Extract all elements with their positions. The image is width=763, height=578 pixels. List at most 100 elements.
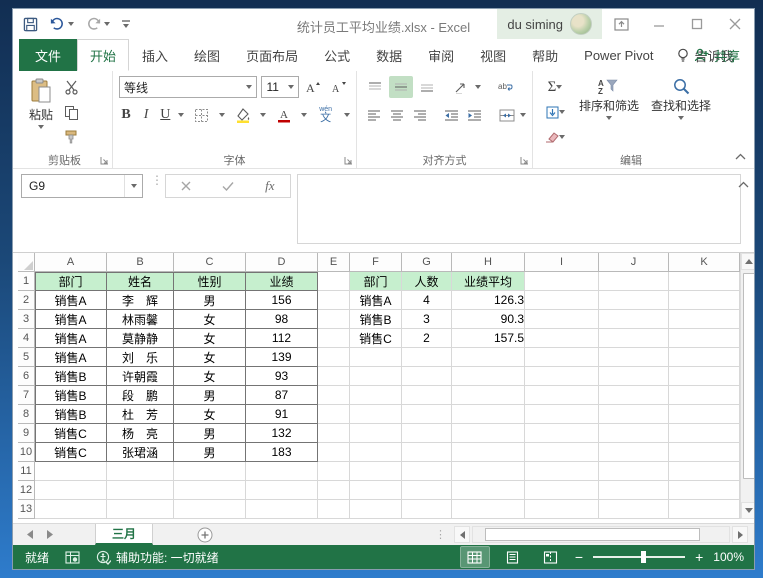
- cell-G11[interactable]: [402, 462, 452, 481]
- confirm-entry-button[interactable]: [222, 181, 234, 191]
- column-header-J[interactable]: J: [599, 253, 669, 272]
- fill-color-dropdown-arrow[interactable]: [260, 113, 266, 117]
- tab-splitter-handle[interactable]: ⋮: [435, 528, 446, 541]
- row-header-1[interactable]: 1: [18, 272, 35, 291]
- cell-B6[interactable]: 许朝霞: [107, 367, 174, 386]
- column-header-E[interactable]: E: [318, 253, 350, 272]
- cell-I8[interactable]: [525, 405, 599, 424]
- increase-font-button[interactable]: A: [303, 76, 325, 98]
- column-header-C[interactable]: C: [174, 253, 246, 272]
- insert-function-button[interactable]: fx: [265, 178, 274, 194]
- merge-dropdown-arrow[interactable]: [520, 113, 526, 117]
- cell-K7[interactable]: [669, 386, 740, 405]
- row-header-8[interactable]: 8: [18, 405, 35, 424]
- merge-center-button[interactable]: [497, 104, 518, 126]
- undo-button[interactable]: [49, 17, 74, 31]
- cell-J13[interactable]: [599, 500, 669, 519]
- cell-F9[interactable]: [350, 424, 402, 443]
- clear-dropdown-arrow[interactable]: [559, 135, 565, 139]
- cell-K2[interactable]: [669, 291, 740, 310]
- cell-C5[interactable]: 女: [174, 348, 246, 367]
- collapse-formula-bar-button[interactable]: [738, 181, 749, 188]
- cell-F10[interactable]: [350, 443, 402, 462]
- cell-C13[interactable]: [174, 500, 246, 519]
- cell-C3[interactable]: 女: [174, 310, 246, 329]
- cell-E12[interactable]: [318, 481, 350, 500]
- cell-K6[interactable]: [669, 367, 740, 386]
- page-break-view-button[interactable]: [537, 547, 565, 567]
- cell-A8[interactable]: 销售B: [35, 405, 107, 424]
- tab-绘图[interactable]: 绘图: [181, 39, 233, 71]
- tab-Power Pivot[interactable]: Power Pivot: [571, 39, 666, 71]
- align-middle-button[interactable]: [389, 76, 413, 98]
- cell-E3[interactable]: [318, 310, 350, 329]
- cell-J1[interactable]: [599, 272, 669, 291]
- row-header-12[interactable]: 12: [18, 481, 35, 500]
- normal-view-button[interactable]: [461, 547, 489, 567]
- cell-I3[interactable]: [525, 310, 599, 329]
- redo-dropdown-arrow[interactable]: [104, 22, 110, 26]
- vertical-scroll-thumb[interactable]: [743, 273, 755, 479]
- row-header-9[interactable]: 9: [18, 424, 35, 443]
- cell-D11[interactable]: [246, 462, 318, 481]
- cell-A7[interactable]: 销售B: [35, 386, 107, 405]
- tab-帮助[interactable]: 帮助: [519, 39, 571, 71]
- accessibility-status[interactable]: 辅助功能: 一切就绪: [96, 549, 219, 566]
- tab-公式[interactable]: 公式: [311, 39, 363, 71]
- fill-dropdown-arrow[interactable]: [559, 110, 565, 114]
- row-header-4[interactable]: 4: [18, 329, 35, 348]
- cell-E6[interactable]: [318, 367, 350, 386]
- macro-record-button[interactable]: [65, 551, 80, 564]
- vertical-scrollbar[interactable]: [740, 253, 754, 519]
- tab-file[interactable]: 文件: [19, 39, 77, 71]
- row-header-6[interactable]: 6: [18, 367, 35, 386]
- cell-B9[interactable]: 杨 亮: [107, 424, 174, 443]
- cell-E9[interactable]: [318, 424, 350, 443]
- cell-H3[interactable]: 90.3: [452, 310, 525, 329]
- scroll-left-button[interactable]: [454, 526, 470, 543]
- cell-B10[interactable]: 张珺涵: [107, 443, 174, 462]
- cell-H1[interactable]: 业绩平均: [452, 272, 525, 291]
- cell-A4[interactable]: 销售A: [35, 329, 107, 348]
- cell-E1[interactable]: [318, 272, 350, 291]
- borders-button[interactable]: [191, 104, 212, 126]
- cell-A10[interactable]: 销售C: [35, 443, 107, 462]
- tab-开始[interactable]: 开始: [77, 39, 129, 71]
- cell-D3[interactable]: 98: [246, 310, 318, 329]
- cell-C1[interactable]: 性别: [174, 272, 246, 291]
- cell-G9[interactable]: [402, 424, 452, 443]
- sort-filter-button[interactable]: AZ 排序和筛选: [573, 74, 645, 151]
- cell-A2[interactable]: 销售A: [35, 291, 107, 310]
- phonetic-guide-button[interactable]: wén 文: [314, 104, 337, 126]
- cell-G7[interactable]: [402, 386, 452, 405]
- cell-G12[interactable]: [402, 481, 452, 500]
- cell-C7[interactable]: 男: [174, 386, 246, 405]
- cell-A11[interactable]: [35, 462, 107, 481]
- cell-C12[interactable]: [174, 481, 246, 500]
- tab-视图[interactable]: 视图: [467, 39, 519, 71]
- font-dialog-launcher[interactable]: [344, 156, 353, 165]
- cell-C8[interactable]: 女: [174, 405, 246, 424]
- cell-K10[interactable]: [669, 443, 740, 462]
- underline-button[interactable]: U: [159, 104, 171, 126]
- cell-B1[interactable]: 姓名: [107, 272, 174, 291]
- alignment-dialog-launcher[interactable]: [520, 156, 529, 165]
- column-header-B[interactable]: B: [107, 253, 174, 272]
- redo-button[interactable]: [85, 17, 110, 31]
- cell-D5[interactable]: 139: [246, 348, 318, 367]
- cell-H10[interactable]: [452, 443, 525, 462]
- cell-F4[interactable]: 销售C: [350, 329, 402, 348]
- account-chip[interactable]: du siming: [497, 9, 602, 39]
- select-all-corner[interactable]: [18, 253, 35, 272]
- cell-B13[interactable]: [107, 500, 174, 519]
- cell-I13[interactable]: [525, 500, 599, 519]
- row-header-11[interactable]: 11: [18, 462, 35, 481]
- share-button[interactable]: 共享: [694, 39, 740, 71]
- cell-A3[interactable]: 销售A: [35, 310, 107, 329]
- zoom-slider-thumb[interactable]: [641, 551, 646, 563]
- cell-B4[interactable]: 莫静静: [107, 329, 174, 348]
- clipboard-dialog-launcher[interactable]: [100, 156, 109, 165]
- row-header-5[interactable]: 5: [18, 348, 35, 367]
- cell-K12[interactable]: [669, 481, 740, 500]
- cell-G13[interactable]: [402, 500, 452, 519]
